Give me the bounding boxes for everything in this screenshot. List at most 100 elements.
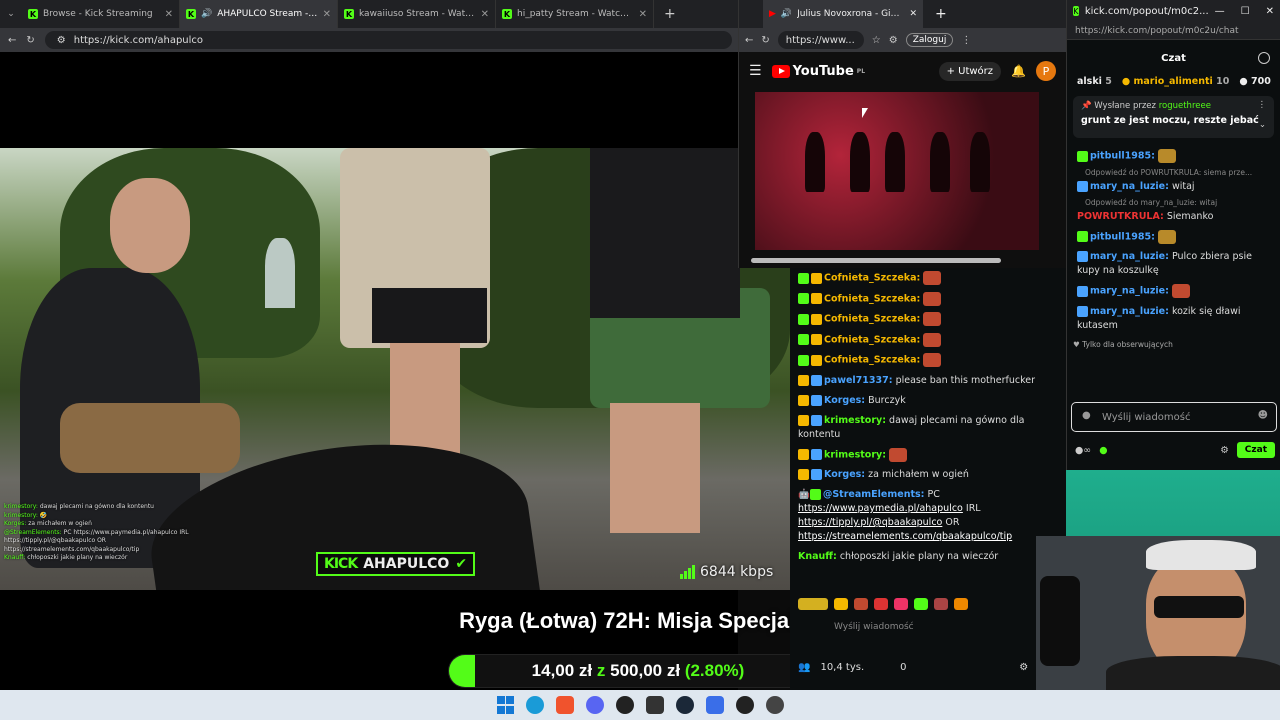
chat-username[interactable]: Korges:	[824, 469, 865, 480]
chat-link[interactable]: https://streamelements.com/qbaakapulco/t…	[798, 531, 1012, 542]
leader-count: 10	[1216, 76, 1230, 87]
emote-icon	[923, 291, 942, 306]
emoji-icon[interactable]: ☻	[1258, 410, 1268, 421]
chat-username[interactable]: Cofnieta_Szczeka:	[824, 314, 920, 325]
chat-message: Cofnieta_Szczeka:	[790, 268, 1066, 289]
chat-username[interactable]: Cofnieta_Szczeka:	[824, 273, 920, 284]
chat-username[interactable]: mary_na_luzie:	[1090, 181, 1169, 192]
close-tab-icon[interactable]: ✕	[639, 9, 647, 20]
yt-video-player[interactable]	[755, 92, 1039, 250]
emote-icon[interactable]	[834, 598, 848, 610]
yt-scrollbar[interactable]	[751, 258, 1001, 263]
yt-tab[interactable]: ▶ 🔊 Julius Novoxrona - Giv Me Ki ✕	[763, 0, 923, 28]
minimize-icon[interactable]: —	[1215, 6, 1225, 17]
close-tab-icon[interactable]: ✕	[165, 9, 173, 20]
back-icon[interactable]: ←	[8, 35, 16, 46]
chat-username[interactable]: mary_na_luzie:	[1090, 251, 1169, 262]
chat-username[interactable]: krimestory:	[824, 415, 886, 426]
leaderboard-entry[interactable]: alski 5	[1077, 76, 1112, 92]
app-icon[interactable]	[616, 696, 634, 714]
chat-input[interactable]: ● Wyślij wiadomość ☻	[1071, 402, 1277, 432]
chat-username[interactable]: krimestory:	[824, 449, 886, 460]
chat-username[interactable]: @StreamElements:	[823, 489, 925, 500]
chat-username[interactable]: Knauff:	[798, 551, 837, 562]
extensions-icon[interactable]: ⚙	[889, 35, 898, 46]
chat-username[interactable]: pawel71337:	[824, 375, 893, 386]
speaker-icon: 🔊	[780, 9, 793, 19]
steam-icon[interactable]	[676, 696, 694, 714]
emote-icon[interactable]	[934, 598, 948, 610]
chat-username[interactable]: mary_na_luzie:	[1090, 306, 1169, 317]
user-list-icon[interactable]	[1258, 52, 1270, 64]
edge-icon[interactable]	[526, 696, 544, 714]
chat-username[interactable]: POWRUTKRULA:	[1077, 211, 1164, 222]
emote-icon[interactable]	[798, 598, 828, 610]
hamburger-icon[interactable]: ☰	[749, 63, 762, 79]
tab-kawaiiuso[interactable]: Kkawaiiuso Stream - Watch Live on ✕	[338, 0, 496, 28]
close-tab-icon[interactable]: ✕	[909, 9, 917, 19]
reload-icon[interactable]: ↻	[26, 35, 34, 46]
discord-icon[interactable]	[586, 696, 604, 714]
tab-browse[interactable]: K Browse - Kick Streaming ✕	[22, 0, 180, 28]
chat-send-button[interactable]: Czat	[1236, 442, 1275, 458]
chat-username[interactable]: mary_na_luzie:	[1090, 286, 1169, 297]
emote-icon[interactable]	[854, 598, 868, 610]
tab-search-icon[interactable]: ⌄	[0, 9, 22, 19]
reload-icon[interactable]: ↻	[761, 35, 769, 46]
emote-icon[interactable]	[914, 598, 928, 610]
chat-username[interactable]: Korges:	[824, 395, 865, 406]
emote-icon[interactable]	[894, 598, 908, 610]
overlay-chat-line: Knauff: chłoposzki jakie plany na wieczó…	[4, 554, 194, 563]
obs-icon[interactable]	[766, 696, 784, 714]
reply-context: Odpowiedź do mary_na_luzie: witaj	[1085, 197, 1218, 207]
gear-icon[interactable]: ⚙	[1220, 445, 1229, 456]
menu-dots-icon[interactable]: ⋮	[961, 35, 971, 46]
youtube-logo[interactable]: YouTube PL	[771, 64, 865, 79]
tab-hi-patty[interactable]: Khi_patty Stream - Watch Live on K ✕	[496, 0, 654, 28]
avatar[interactable]: P	[1036, 61, 1056, 81]
chat-username[interactable]: Cofnieta_Szczeka:	[824, 355, 920, 366]
create-button[interactable]: + Utwórz	[938, 61, 1002, 81]
new-tab-icon[interactable]: +	[923, 6, 959, 22]
emote-icon[interactable]	[874, 598, 888, 610]
chevron-down-icon[interactable]: ⌄	[1259, 120, 1266, 130]
leaderboard-entry[interactable]: ● mario_alimenti 10	[1122, 76, 1230, 92]
kick-favicon-icon: K	[28, 9, 38, 19]
url-field[interactable]: ⚙ https://kick.com/ahapulco	[44, 31, 732, 49]
new-tab-icon[interactable]: +	[654, 6, 686, 22]
menu-dots-icon[interactable]: ⋮	[1258, 100, 1267, 110]
chat-username[interactable]: Cofnieta_Szczeka:	[824, 334, 920, 345]
login-button[interactable]: Zaloguj	[905, 33, 954, 47]
app-icon[interactable]	[706, 696, 724, 714]
close-tab-icon[interactable]: ✕	[323, 9, 331, 20]
app-icon[interactable]	[736, 696, 754, 714]
close-icon[interactable]: ✕	[1266, 6, 1274, 17]
back-icon[interactable]: ←	[745, 35, 753, 46]
emote-icon[interactable]	[954, 598, 968, 610]
chat-username[interactable]: Cofnieta_Szczeka:	[824, 293, 920, 304]
tab-ahapulco[interactable]: K 🔊 AHAPULCO Stream - Watch Live ✕	[180, 0, 338, 28]
gear-icon[interactable]: ⚙	[1019, 662, 1028, 673]
chat-link[interactable]: https://tipply.pl/@qbaakapulco	[798, 517, 942, 528]
bell-icon[interactable]: 🔔	[1011, 64, 1026, 78]
pinned-message[interactable]: 📌 Wysłane przez roguethreee grunt ze jes…	[1073, 96, 1274, 138]
points-icon[interactable]: ●∞	[1075, 445, 1091, 456]
chat-username[interactable]: pitbull1985:	[1090, 151, 1155, 162]
yt-url-field[interactable]: https://www...	[777, 31, 864, 49]
stream-video[interactable]: krimestory: dawaj plecami na gówno dla k…	[0, 148, 790, 590]
popout-url[interactable]: https://kick.com/popout/m0c2u/chat	[1067, 22, 1280, 40]
site-info-icon[interactable]: ⚙	[57, 35, 66, 46]
badge-icon	[1077, 150, 1088, 162]
chat-link[interactable]: https://www.paymedia.pl/ahapulco	[798, 503, 963, 514]
chat-input[interactable]: Wyślij wiadomość	[798, 622, 1048, 642]
chat-username[interactable]: pitbull1985:	[1090, 231, 1155, 242]
kick-icon[interactable]: ●	[1099, 445, 1107, 456]
bookmark-icon[interactable]: ☆	[872, 35, 881, 46]
epic-games-icon[interactable]	[646, 696, 664, 714]
brave-icon[interactable]	[556, 696, 574, 714]
windows-start-icon[interactable]	[496, 696, 514, 714]
close-tab-icon[interactable]: ✕	[481, 9, 489, 20]
overlay-chat-line: @StreamElements: PC https://www.paymedia…	[4, 529, 194, 555]
maximize-icon[interactable]: ☐	[1241, 6, 1250, 17]
leaderboard-entry[interactable]: ● 700	[1239, 76, 1270, 92]
